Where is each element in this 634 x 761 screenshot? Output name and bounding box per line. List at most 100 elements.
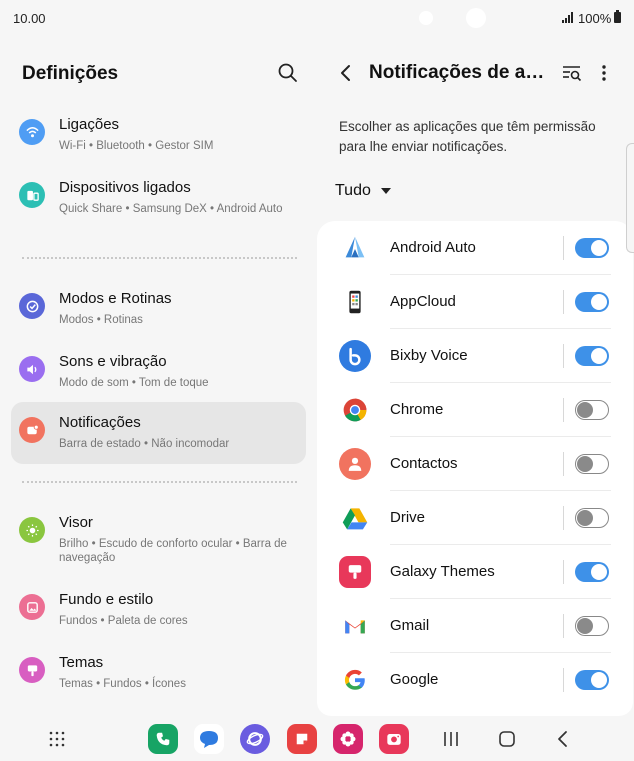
wallpaper-icon xyxy=(19,594,45,620)
page-title: Definições xyxy=(22,63,119,84)
app-name: Contactos xyxy=(390,455,458,472)
app-row-galaxy-themes[interactable]: Galaxy Themes xyxy=(317,545,633,599)
battery-level: 100% xyxy=(578,11,612,26)
app-name: Google xyxy=(390,671,439,688)
settings-item-subtitle: Quick Share • Samsung DeX • Android Auto xyxy=(59,203,283,215)
app-row-drive[interactable]: Drive xyxy=(317,491,633,545)
app-notifications-panel: Notificações de aplicações Escolher as a… xyxy=(317,36,634,716)
recents-icon[interactable] xyxy=(440,728,462,750)
divider xyxy=(22,257,297,259)
settings-item-title: Temas xyxy=(59,654,104,671)
status-time: 10.00 xyxy=(13,11,46,26)
settings-item-subtitle: Modo de som • Tom de toque xyxy=(59,377,209,389)
wifi-icon xyxy=(19,119,45,145)
app-list-card: Android Auto AppCloud Bixby Voice Chrome… xyxy=(317,221,633,716)
camera-app-icon[interactable] xyxy=(379,724,409,754)
back-arrow-icon[interactable] xyxy=(335,62,357,84)
settings-item-modos[interactable]: Modos e Rotinas Modos • Rotinas xyxy=(11,278,306,340)
signal-icon xyxy=(562,12,573,23)
app-name: Galaxy Themes xyxy=(390,563,495,580)
separator xyxy=(563,290,564,314)
chrome-icon xyxy=(339,394,371,426)
apps-grid-icon[interactable] xyxy=(48,730,66,748)
app-row-android-auto[interactable]: Android Auto xyxy=(317,221,633,275)
notification-toggle[interactable] xyxy=(575,454,609,474)
filter-selected-value: Tudo xyxy=(335,182,371,199)
settings-item-subtitle: Barra de estado • Não incomodar xyxy=(59,438,230,450)
app-row-google[interactable]: Google xyxy=(317,653,633,707)
settings-item-subtitle: Temas • Fundos • Ícones xyxy=(59,678,186,690)
settings-panel: Definições Ligações Wi-Fi • Bluetooth • … xyxy=(0,36,317,716)
gmail-icon xyxy=(339,610,371,642)
settings-item-sons[interactable]: Sons e vibração Modo de som • Tom de toq… xyxy=(11,341,306,403)
separator xyxy=(563,560,564,584)
taskbar xyxy=(0,716,634,761)
app-name: Gmail xyxy=(390,617,430,634)
settings-item-title: Visor xyxy=(59,514,93,531)
notification-icon xyxy=(19,417,45,443)
settings-item-title: Modos e Rotinas xyxy=(59,290,172,307)
notification-toggle[interactable] xyxy=(575,400,609,420)
panel-title: Notificações de aplicações xyxy=(369,62,554,83)
notification-toggle[interactable] xyxy=(575,562,609,582)
settings-item-subtitle: Wi-Fi • Bluetooth • Gestor SIM xyxy=(59,140,214,152)
battery-icon xyxy=(614,10,621,23)
separator xyxy=(563,452,564,476)
settings-item-title: Ligações xyxy=(59,116,120,133)
scrollbar-handle[interactable] xyxy=(626,143,634,253)
home-icon[interactable] xyxy=(496,728,518,750)
notification-toggle[interactable] xyxy=(575,508,609,528)
app-name: Android Auto xyxy=(390,239,476,256)
more-options-icon[interactable] xyxy=(597,62,611,84)
app-row-appcloud[interactable]: AppCloud xyxy=(317,275,633,329)
galaxy-themes-icon xyxy=(339,556,371,588)
separator xyxy=(563,668,564,692)
internet-app-icon[interactable] xyxy=(240,724,270,754)
filter-dropdown[interactable]: Tudo xyxy=(335,178,391,204)
google-icon xyxy=(339,664,371,696)
settings-item-title: Sons e vibração xyxy=(59,353,167,370)
back-icon[interactable] xyxy=(552,728,574,750)
settings-item-notificacoes[interactable]: Notificações Barra de estado • Não incom… xyxy=(11,402,306,464)
appcloud-icon xyxy=(339,286,371,318)
settings-item-title: Notificações xyxy=(59,414,141,431)
separator xyxy=(563,614,564,638)
app-row-contactos[interactable]: Contactos xyxy=(317,437,633,491)
search-icon[interactable] xyxy=(277,62,299,84)
separator xyxy=(563,506,564,530)
notification-toggle[interactable] xyxy=(575,670,609,690)
notification-toggle[interactable] xyxy=(575,292,609,312)
dropdown-arrow-icon xyxy=(380,188,391,194)
settings-item-temas[interactable]: Temas Temas • Fundos • Ícones xyxy=(11,642,306,704)
app-name: Chrome xyxy=(390,401,444,418)
settings-item-subtitle: Brilho • Escudo de conforto ocular • Bar… xyxy=(59,538,287,564)
settings-item-subtitle: Modos • Rotinas xyxy=(59,314,143,326)
gallery-app-icon[interactable] xyxy=(333,724,363,754)
filter-search-icon[interactable] xyxy=(561,62,583,84)
notification-toggle[interactable] xyxy=(575,616,609,636)
app-name: Bixby Voice xyxy=(390,347,468,364)
separator xyxy=(563,344,564,368)
status-bar: 10.00 100% xyxy=(0,0,634,36)
settings-item-ligacoes[interactable]: Ligações Wi-Fi • Bluetooth • Gestor SIM xyxy=(11,104,306,166)
settings-item-fundo[interactable]: Fundo e estilo Fundos • Paleta de cores xyxy=(11,579,306,641)
notes-app-icon[interactable] xyxy=(287,724,317,754)
settings-item-visor[interactable]: Visor Brilho • Escudo de conforto ocular… xyxy=(11,502,306,564)
settings-item-subtitle: Fundos • Paleta de cores xyxy=(59,615,188,627)
drive-icon xyxy=(339,502,371,534)
settings-item-title: Dispositivos ligados xyxy=(59,179,191,196)
app-row-gmail[interactable]: Gmail xyxy=(317,599,633,653)
notification-toggle[interactable] xyxy=(575,346,609,366)
notification-toggle[interactable] xyxy=(575,238,609,258)
check-circle-icon xyxy=(19,293,45,319)
app-row-bixby-voice[interactable]: Bixby Voice xyxy=(317,329,633,383)
separator xyxy=(563,236,564,260)
messages-app-icon[interactable] xyxy=(194,724,224,754)
volume-icon xyxy=(19,356,45,382)
settings-item-title: Fundo e estilo xyxy=(59,591,154,608)
themes-icon xyxy=(19,657,45,683)
settings-item-dispositivos[interactable]: Dispositivos ligados Quick Share • Samsu… xyxy=(11,167,306,229)
phone-app-icon[interactable] xyxy=(148,724,178,754)
app-row-chrome[interactable]: Chrome xyxy=(317,383,633,437)
android-auto-icon xyxy=(339,232,371,264)
